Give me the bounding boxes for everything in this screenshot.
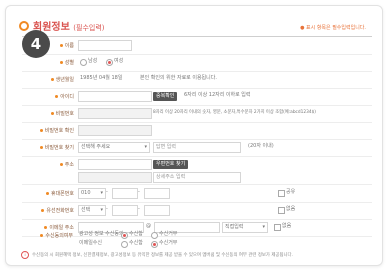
email-at: @ [146,223,151,229]
home-dash: - [106,206,108,212]
zipcode-input[interactable] [78,159,152,170]
pw-answer-note: (20자 이내) [248,143,274,149]
email-none-checkbox[interactable] [274,224,281,231]
sms-reject-label: 수신거부 [159,231,178,237]
home-mid-input[interactable] [112,205,138,216]
mobile-share-label: 공유 [286,189,296,195]
section-title: 회원정보 (필수입력) [33,22,105,33]
required-note: ● 표시 항목은 필수입력입니다. [300,25,366,31]
sms-agree-label: 수신함 [129,231,143,237]
pw-answer-input[interactable]: 답변 입력 [153,142,241,153]
row-gender: 성별 남성 여성 [22,54,372,72]
email-reject-radio[interactable] [151,241,158,248]
section-header: 회원정보 (필수입력) ● 표시 항목은 필수입력입니다. [19,18,372,34]
row-birth: 생년월일 1985년 04월 18일 본인 확인의 위한 자료로 이용됩니다. [22,71,372,89]
row-home-phone: 유선전화번호 선택 - - 없음 [22,202,372,220]
step-number-badge: 4 [22,30,50,58]
home-none-checkbox[interactable] [278,207,285,214]
address2-input[interactable]: 상세주소 입력 [153,172,241,183]
user-id-note: 6자리 이상 12자리 이하로 입력 [184,92,251,98]
row-mobile: 휴대폰번호 010 - - 공유 [22,185,372,203]
row-pw-question: 비밀번호 찾기 선택해 주세요 답변 입력 (20자 이내) [22,139,372,157]
section-bullet-icon [19,21,29,31]
home-last-input[interactable] [144,205,170,216]
info-icon: i [21,251,29,259]
member-info-card: 회원정보 (필수입력) ● 표시 항목은 필수입력입니다. 이름 성별 남성 여… [5,5,383,266]
password-confirm-input[interactable] [78,125,152,136]
label-address: 주소 [22,156,74,173]
zipcode-search-button[interactable]: 우편번호 찾기 [153,160,189,169]
password-input[interactable] [78,108,152,119]
row-password-confirm: 비밀번호 확인 [22,122,372,140]
mobile-dash: - [106,189,108,195]
home-prefix-select[interactable]: 선택 [78,205,106,216]
receive-email-tag: 이메일수신 [79,240,103,246]
mobile-last-input[interactable] [144,188,170,199]
email-agree-label: 수신함 [129,240,143,246]
row-user-id: 아이디 중복확인 6자리 이상 12자리 이하로 입력 [22,88,372,106]
user-id-input[interactable] [78,91,152,102]
label-password: 비밀번호 [22,105,74,122]
birth-value: 1985년 04월 18일 [80,75,123,81]
gender-female-label: 여성 [114,58,124,64]
label-password-confirm: 비밀번호 확인 [22,122,74,139]
sms-reject-radio[interactable] [151,232,158,239]
birth-note: 본인 확인의 위한 자료로 이용됩니다. [140,75,217,81]
footer-note: i 수신동의 시 회원혜택 정보, 신한결제정보, 광고성정보 등 유익한 정보를… [21,251,293,259]
mobile-dash-2: - [138,189,140,195]
gender-male-label: 남성 [88,58,98,64]
row-password: 비밀번호 8자리 이상 20자리 이내의 숫자, 영문, 소문자,특수문자 2가… [22,105,372,123]
name-input[interactable] [78,40,132,51]
page: { "step_number": "4", "header": { "title… [0,0,389,277]
email-reject-label: 수신거부 [159,240,178,246]
receive-block: 수신동의여부 광고성 정보 수신동의 수신함 수신거부 이메일수신 수신함 수신… [21,231,381,248]
label-home-phone: 유선전화번호 [22,202,74,219]
row-address: 주소 우편번호 찾기 상세주소 입력 [22,156,372,185]
home-none-label: 없음 [286,206,296,212]
mobile-mid-input[interactable] [112,188,138,199]
mobile-prefix-select[interactable]: 010 [78,188,106,199]
home-dash-2: - [138,206,140,212]
label-user-id: 아이디 [22,88,74,105]
pw-question-select[interactable]: 선택해 주세요 [78,142,150,153]
email-agree-radio[interactable] [121,241,128,248]
label-pw-question: 비밀번호 찾기 [22,139,74,156]
label-receive: 수신동의여부 [21,231,73,239]
id-check-button[interactable]: 중복확인 [153,92,178,101]
email-none-label: 없음 [282,223,292,229]
footer-note-text: 수신동의 시 회원혜택 정보, 신한결제정보, 광고성정보 등 유익한 정보를 … [32,253,293,258]
gender-male-radio[interactable] [80,59,87,66]
sms-agree-radio[interactable] [121,232,128,239]
password-note: 8자리 이상 20자리 이내의 숫자, 영문, 소문자,특수문자 2가지 이상 … [153,110,316,115]
address1-input[interactable] [78,172,152,183]
receive-sms-tag: 광고성 정보 수신동의 [79,231,124,237]
row-name: 이름 [22,37,372,55]
gender-female-radio[interactable] [106,59,113,66]
label-birth: 생년월일 [22,71,74,88]
label-mobile: 휴대폰번호 [22,185,74,202]
mobile-share-checkbox[interactable] [278,190,285,197]
